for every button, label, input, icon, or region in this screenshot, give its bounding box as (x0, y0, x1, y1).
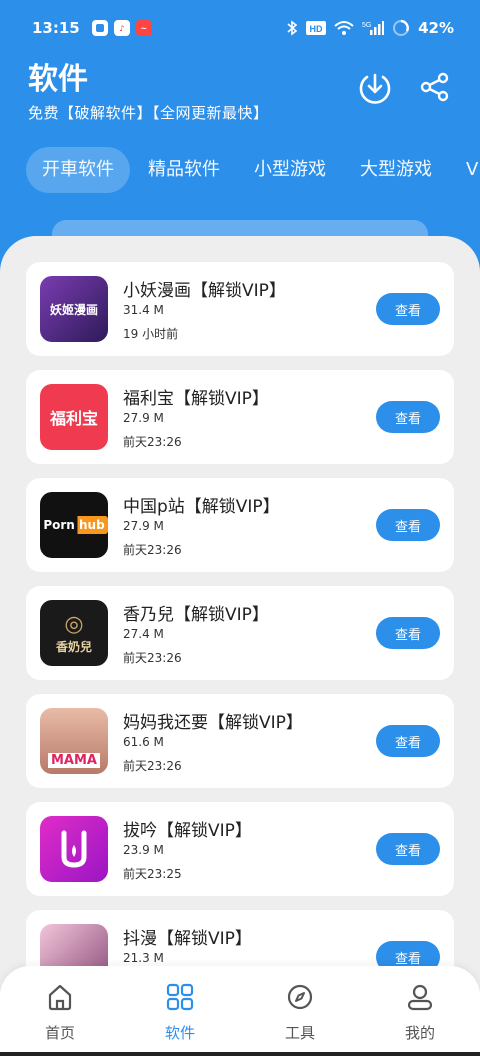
app-icon-label: MAMA (48, 753, 100, 768)
app-name: 妈妈我还要【解锁VIP】 (123, 713, 303, 733)
svg-text:HD: HD (310, 24, 323, 34)
app-logo-icon (61, 830, 87, 868)
download-icon (359, 73, 391, 104)
view-button[interactable]: 查看 (376, 833, 440, 865)
nav-software-label: 软件 (164, 1024, 195, 1042)
list-item[interactable]: 福利宝 福利宝【解锁VIP】 27.9 M 前天23:26 查看 (26, 370, 454, 464)
app-name: 福利宝【解锁VIP】 (123, 389, 269, 409)
wifi-icon (334, 21, 354, 35)
app-icon-label: Porn hub (40, 516, 108, 534)
grid-icon (166, 983, 194, 1011)
app-icon: 福利宝 (40, 384, 108, 450)
tab-large-games[interactable]: 大型游戏 (344, 147, 448, 193)
status-notification-icons: ♪ ~ (91, 20, 152, 36)
battery-percent: 42% (418, 19, 454, 37)
app-updated-time: 前天23:26 (123, 651, 182, 665)
view-button[interactable]: 查看 (376, 401, 440, 433)
compass-icon (287, 984, 313, 1010)
notification-app-icon (91, 20, 108, 36)
nav-profile-label: 我的 (404, 1024, 435, 1042)
list-item[interactable]: MAMA 妈妈我还要【解锁VIP】 61.6 M 前天23:26 查看 (26, 694, 454, 788)
signal-icon: 5G (362, 21, 385, 35)
tab-vip[interactable]: V (450, 147, 480, 193)
share-button[interactable] (418, 70, 452, 104)
app-name: 抖漫【解锁VIP】 (123, 929, 252, 949)
home-indicator (0, 1052, 480, 1056)
app-name: 香乃兒【解锁VIP】 (123, 605, 269, 625)
battery-icon (393, 19, 410, 36)
status-time: 13:15 (32, 19, 80, 37)
view-button[interactable]: 查看 (376, 509, 440, 541)
header: 软件 免费【破解软件】【全网更新最快】 (28, 60, 452, 130)
app-size: 23.9 M (123, 843, 164, 857)
app-icon (40, 816, 108, 882)
view-button[interactable]: 查看 (376, 293, 440, 325)
chanel-logo-icon: ◎ (64, 611, 84, 637)
status-right: HD 5G 42% (286, 19, 454, 37)
notification-app-icon: ♪ (113, 20, 130, 36)
header-actions (358, 70, 452, 104)
nav-software[interactable]: 软件 (120, 966, 240, 1056)
bottom-nav: 首页 软件 工具 我的 (0, 966, 480, 1056)
list-item[interactable]: 妖姬漫画 小妖漫画【解锁VIP】 31.4 M 19 小时前 查看 (26, 262, 454, 356)
list-item[interactable]: 拔吟【解锁VIP】 23.9 M 前天23:25 查看 (26, 802, 454, 896)
list-item[interactable]: ◎ 香奶兒 香乃兒【解锁VIP】 27.4 M 前天23:26 查看 (26, 586, 454, 680)
app-updated-time: 前天23:26 (123, 543, 182, 557)
download-button[interactable] (358, 70, 392, 104)
app-updated-time: 前天23:26 (123, 435, 182, 449)
app-size: 27.4 M (123, 627, 164, 641)
app-icon: ◎ 香奶兒 (40, 600, 108, 666)
view-button[interactable]: 查看 (376, 725, 440, 757)
nav-home-label: 首页 (44, 1024, 75, 1042)
app-icon-label: 香奶兒 (55, 639, 92, 654)
app-icon-label: 妖姬漫画 (49, 302, 98, 317)
nav-tools[interactable]: 工具 (240, 966, 360, 1056)
notification-app-icon: ~ (135, 20, 152, 36)
app-size: 27.9 M (123, 411, 164, 425)
app-name: 中国p站【解锁VIP】 (123, 497, 280, 517)
view-button[interactable]: 查看 (376, 617, 440, 649)
app-size: 61.6 M (123, 735, 164, 749)
list-item[interactable]: Porn hub 中国p站【解锁VIP】 27.9 M 前天23:26 查看 (26, 478, 454, 572)
share-icon (420, 72, 449, 102)
tab-adult-software[interactable]: 开車软件 (26, 147, 130, 193)
app-icon-label: 福利宝 (49, 409, 98, 428)
app-list: 妖姬漫画 小妖漫画【解锁VIP】 31.4 M 19 小时前 查看 福利宝 福利… (26, 262, 454, 1018)
app-updated-time: 前天23:26 (123, 759, 182, 773)
app-updated-time: 19 小时前 (123, 327, 179, 341)
category-tabs: 开車软件 精品软件 小型游戏 大型游戏 V (26, 146, 480, 194)
content-panel: 妖姬漫画 小妖漫画【解锁VIP】 31.4 M 19 小时前 查看 福利宝 福利… (0, 236, 480, 1056)
app-icon: MAMA (40, 708, 108, 774)
svg-text:5G: 5G (362, 22, 371, 29)
user-icon (407, 984, 433, 1011)
app-name: 拔吟【解锁VIP】 (123, 821, 252, 841)
page-subtitle: 免费【破解软件】【全网更新最快】 (28, 104, 269, 122)
app-name: 小妖漫画【解锁VIP】 (123, 281, 286, 301)
app-size: 21.3 M (123, 951, 164, 965)
tab-small-games[interactable]: 小型游戏 (238, 147, 342, 193)
status-bar: 13:15 ♪ ~ HD 5G 42% (0, 0, 480, 56)
nav-home[interactable]: 首页 (0, 966, 120, 1056)
app-size: 27.9 M (123, 519, 164, 533)
tab-premium-software[interactable]: 精品软件 (132, 147, 236, 193)
nav-tools-label: 工具 (284, 1024, 315, 1042)
home-icon (48, 984, 72, 1011)
bluetooth-icon (287, 20, 298, 36)
nav-profile[interactable]: 我的 (360, 966, 480, 1056)
app-icon-text: Porn hub (40, 516, 108, 534)
app-size: 31.4 M (123, 303, 164, 317)
app-updated-time: 前天23:25 (123, 867, 182, 881)
app-icon: 妖姬漫画 (40, 276, 108, 342)
app-icon: Porn hub (40, 492, 108, 558)
hd-icon: HD (306, 21, 327, 35)
